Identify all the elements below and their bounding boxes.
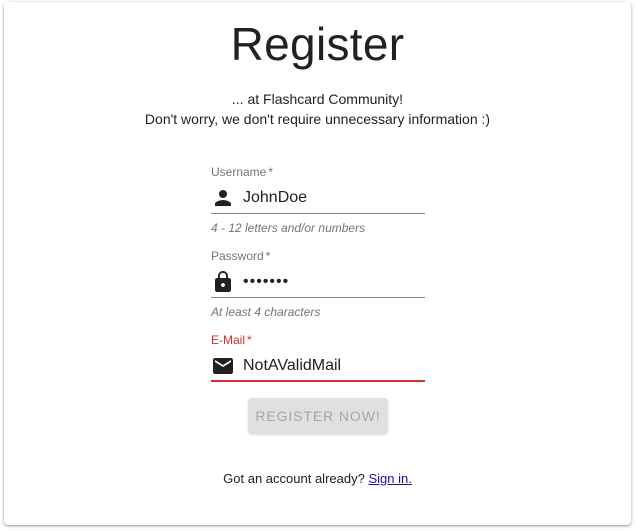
- password-field: Password* At least 4 characters: [211, 249, 425, 321]
- email-field: E-Mail *: [211, 333, 425, 385]
- email-input[interactable]: [243, 353, 425, 379]
- signin-prompt-text: Got an account already?: [223, 471, 365, 486]
- username-input[interactable]: [243, 185, 425, 211]
- signin-link[interactable]: Sign in.: [368, 471, 411, 486]
- password-input[interactable]: [243, 269, 425, 295]
- username-field: Username* 4 - 12 letters and/or numbers: [211, 165, 425, 237]
- email-underline-error: [211, 380, 425, 382]
- register-card: Register ... at Flashcard Community! Don…: [4, 2, 631, 525]
- person-icon: [215, 190, 231, 206]
- lock-icon: [215, 271, 231, 292]
- subtitle-line-1: ... at Flashcard Community!: [231, 91, 404, 107]
- mail-icon: [213, 358, 233, 374]
- email-label: E-Mail *: [211, 333, 252, 347]
- password-underline: [211, 297, 425, 298]
- username-label: Username *: [211, 165, 274, 179]
- register-button[interactable]: REGISTER NOW!: [248, 398, 388, 434]
- subtitle-line-2: Don't worry, we don't require unnecessar…: [144, 111, 491, 127]
- username-underline: [211, 213, 425, 214]
- page-title: Register: [230, 18, 405, 70]
- password-label: Password *: [211, 249, 271, 263]
- password-hint: At least 4 characters: [211, 305, 321, 319]
- username-hint: 4 - 12 letters and/or numbers: [211, 221, 366, 235]
- signin-prompt: Got an account already? Sign in.: [4, 471, 631, 486]
